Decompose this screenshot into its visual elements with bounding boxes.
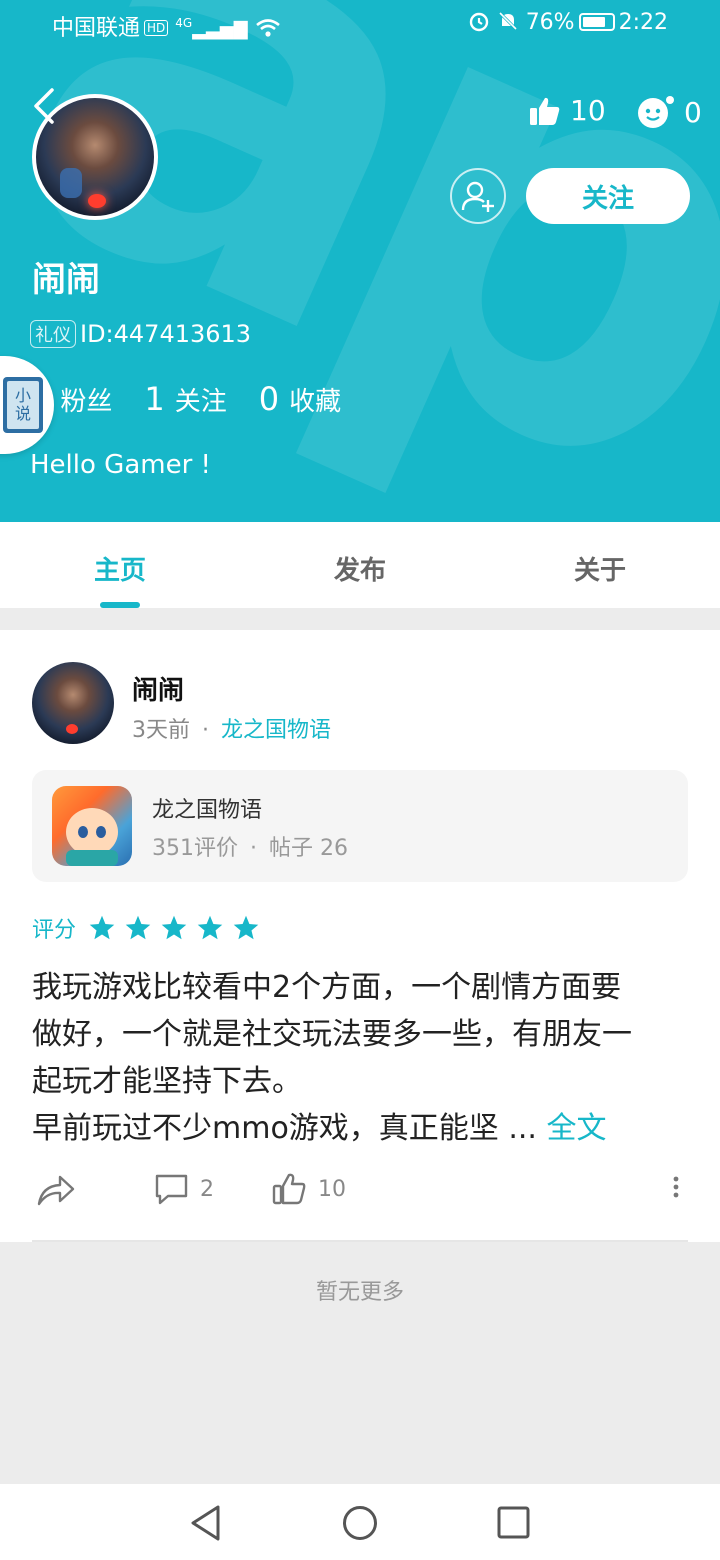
carrier-label: 中国联通 xyxy=(52,16,141,41)
fans-label[interactable]: 粉丝 xyxy=(60,381,112,418)
star-icon xyxy=(89,915,115,940)
etiquette-badge[interactable]: 礼仪 xyxy=(30,320,76,348)
chat-face-icon xyxy=(638,96,674,128)
profile-header: ap 中国联通 HD 4G▂▃▅▇ 76% 2:22 10 0 关注 闹闹 礼仪 I… xyxy=(0,0,720,522)
hd-icon: HD xyxy=(144,20,169,36)
star-icon xyxy=(233,915,259,940)
likes-count: 10 xyxy=(570,94,606,127)
post-content-line: 我玩游戏比较看中2个方面，一个剧情方面要 xyxy=(32,970,622,1005)
back-arrow-icon[interactable] xyxy=(30,86,60,126)
follow-button[interactable]: 关注 xyxy=(526,168,690,224)
nav-recents-icon[interactable] xyxy=(496,1504,532,1542)
messages-count: 0 xyxy=(684,95,702,129)
game-stats: 351评价 · 帖子 26 xyxy=(152,836,348,861)
book-icon: 小 说 xyxy=(3,377,43,433)
like-count: 10 xyxy=(318,1176,346,1202)
favorites-label[interactable]: 收藏 xyxy=(289,381,341,418)
wifi-icon xyxy=(255,19,280,37)
profile-messages[interactable]: 0 xyxy=(636,94,702,130)
like-button[interactable]: 10 xyxy=(272,1172,346,1206)
network-type: 4G xyxy=(175,16,193,30)
header-watermark: ap xyxy=(0,0,720,522)
star-icon xyxy=(125,915,151,940)
profile-username: 闹闹 xyxy=(32,260,100,300)
list-divider xyxy=(32,1240,688,1242)
post-content-line: 早前玩过不少mmo游戏，真正能坚 ... 全文 xyxy=(32,1111,607,1146)
nav-back-icon[interactable] xyxy=(188,1504,224,1542)
comment-button[interactable]: 2 xyxy=(154,1172,214,1206)
post-game-link[interactable]: 龙之国物语 xyxy=(221,718,331,743)
thumbs-up-outline-icon xyxy=(272,1173,306,1205)
mute-bell-icon xyxy=(498,11,517,31)
game-posts: 帖子 26 xyxy=(269,836,348,861)
profile-id: ID:447413613 xyxy=(80,320,252,348)
status-right: 76% 2:22 xyxy=(468,10,668,35)
battery-icon xyxy=(578,13,615,31)
profile-counts: 0粉丝 1关注 0收藏 xyxy=(30,380,373,418)
status-bar: 中国联通 HD 4G▂▃▅▇ 76% 2:22 xyxy=(0,0,720,50)
post-author-name[interactable]: 闹闹 xyxy=(132,670,184,707)
nav-home-icon[interactable] xyxy=(342,1504,378,1542)
battery-percent: 76% xyxy=(525,10,575,35)
floating-novel-button[interactable]: 小 说 xyxy=(0,356,54,454)
game-reviews: 351评价 xyxy=(152,836,238,861)
post-rating: 评分 xyxy=(32,912,268,944)
profile-bio: Hello Gamer ! xyxy=(30,450,211,480)
profile-id-line: 礼仪 ID:447413613 xyxy=(30,320,251,348)
add-user-icon xyxy=(461,181,494,212)
favorites-count[interactable]: 0 xyxy=(259,380,279,418)
alarm-icon xyxy=(469,12,488,32)
no-more-text: 暂无更多 xyxy=(315,1280,404,1305)
game-icon xyxy=(52,786,132,866)
post-content[interactable]: 我玩游戏比较看中2个方面，一个剧情方面要 做好，一个就是社交玩法要多一些，有朋友… xyxy=(32,964,692,1152)
comment-icon xyxy=(155,1174,188,1205)
share-button[interactable] xyxy=(36,1172,86,1208)
more-vertical-icon xyxy=(673,1176,679,1198)
tab-about[interactable]: 关于 xyxy=(480,522,720,608)
post-time: 3天前 xyxy=(132,718,190,743)
following-label[interactable]: 关注 xyxy=(175,381,227,418)
star-icon xyxy=(161,915,187,940)
star-icon xyxy=(197,915,223,940)
add-friend-button[interactable] xyxy=(450,168,506,224)
comment-count: 2 xyxy=(200,1176,214,1202)
profile-tabs: 主页 发布 关于 xyxy=(0,522,720,608)
thumbs-up-icon xyxy=(530,97,560,125)
post-meta: 3天前 · 龙之国物语 xyxy=(132,718,332,743)
share-icon xyxy=(37,1175,75,1206)
following-count[interactable]: 1 xyxy=(144,380,164,418)
post-content-line: 起玩才能坚持下去。 xyxy=(32,1064,302,1099)
post-content-line: 做好，一个就是社交玩法要多一些，有朋友一 xyxy=(32,1017,632,1052)
tab-posts[interactable]: 发布 xyxy=(240,522,480,608)
game-card[interactable]: 龙之国物语 351评价 · 帖子 26 xyxy=(32,770,688,882)
game-title: 龙之国物语 xyxy=(152,798,263,823)
post-author-avatar[interactable] xyxy=(32,662,114,744)
system-nav-bar xyxy=(0,1484,720,1560)
post-card[interactable]: 闹闹 3天前 · 龙之国物语 龙之国物语 351评价 · 帖子 26 评分 我玩游戏比较… xyxy=(0,630,720,1242)
rating-label: 评分 xyxy=(32,918,77,943)
more-options-button[interactable] xyxy=(670,1172,692,1202)
read-more-link[interactable]: 全文 xyxy=(547,1111,607,1146)
clock: 2:22 xyxy=(618,10,668,35)
status-left: 中国联通 HD 4G▂▃▅▇ xyxy=(52,10,281,42)
profile-likes[interactable]: 10 xyxy=(528,94,606,127)
signal-icon: ▂▃▅▇ xyxy=(192,19,248,40)
post-actions: 2 10 xyxy=(32,1172,692,1216)
tab-home[interactable]: 主页 xyxy=(0,522,240,608)
